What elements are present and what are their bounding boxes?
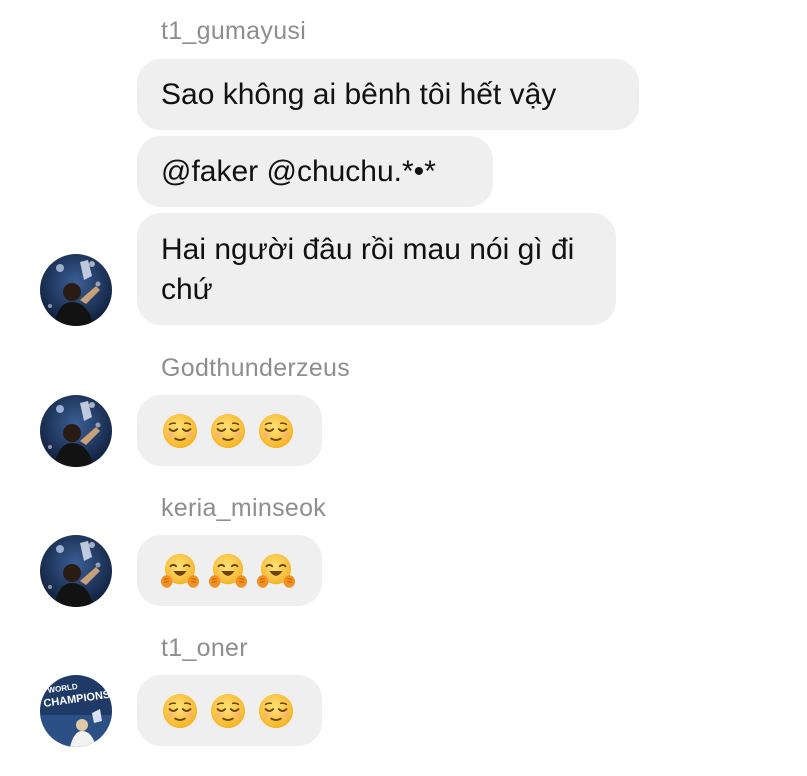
sender-name: t1_oner bbox=[161, 634, 248, 662]
sender-name: t1_gumayusi bbox=[161, 17, 307, 45]
emoji-row bbox=[161, 412, 295, 450]
message-text: Hai người đâu rồi mau nói gì đi chứ bbox=[161, 233, 575, 306]
relieved-face-icon bbox=[257, 412, 295, 450]
emoji-row bbox=[161, 552, 295, 590]
relieved-face-icon bbox=[257, 692, 295, 730]
emoji-bubble[interactable] bbox=[137, 675, 322, 746]
player-avatar-image bbox=[40, 254, 112, 326]
message-bubble[interactable]: Sao không ai bênh tôi hết vậy bbox=[137, 59, 639, 130]
relieved-face-icon bbox=[209, 692, 247, 730]
champions-avatar-image: WORLD CHAMPIONS bbox=[40, 675, 112, 747]
avatar[interactable] bbox=[40, 254, 112, 326]
sender-name: Godthunderzeus bbox=[161, 354, 351, 382]
avatar[interactable]: WORLD CHAMPIONS bbox=[40, 675, 112, 747]
player-avatar-image bbox=[40, 535, 112, 607]
avatar[interactable] bbox=[40, 395, 112, 467]
hugging-face-icon bbox=[161, 552, 199, 590]
sender-name: keria_minseok bbox=[161, 494, 327, 522]
relieved-face-icon bbox=[161, 692, 199, 730]
relieved-face-icon bbox=[209, 412, 247, 450]
message-text: Sao không ai bênh tôi hết vậy bbox=[161, 77, 557, 111]
avatar[interactable] bbox=[40, 535, 112, 607]
relieved-face-icon bbox=[161, 412, 199, 450]
emoji-bubble[interactable] bbox=[137, 395, 322, 466]
hugging-face-icon bbox=[257, 552, 295, 590]
message-text: @faker @chuchu.*•* bbox=[161, 154, 436, 188]
message-bubble[interactable]: Hai người đâu rồi mau nói gì đi chứ bbox=[137, 213, 616, 325]
message-bubble[interactable]: @faker @chuchu.*•* bbox=[137, 136, 493, 207]
emoji-bubble[interactable] bbox=[137, 535, 322, 606]
hugging-face-icon bbox=[209, 552, 247, 590]
emoji-row bbox=[161, 692, 295, 730]
player-avatar-image bbox=[40, 395, 112, 467]
